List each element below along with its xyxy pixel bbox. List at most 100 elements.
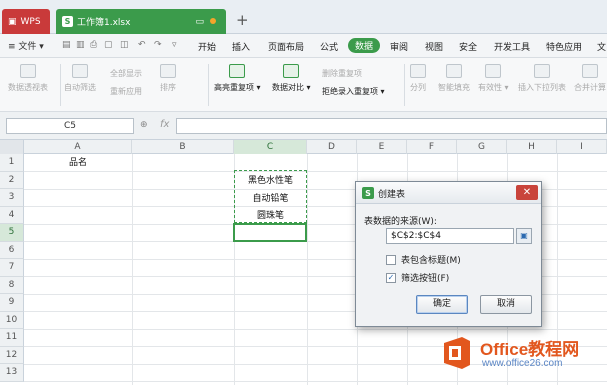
close-icon[interactable]: ✕ xyxy=(516,185,538,200)
column-header-c[interactable]: C xyxy=(234,140,307,154)
has-header-checkbox-row[interactable]: 表包含标题(M) xyxy=(386,253,461,266)
title-bar: ▣ WPS S 工作簿1.xlsx ▭ + xyxy=(0,0,607,34)
filter-button-checkbox[interactable]: ✓ xyxy=(386,272,396,283)
menu-item-more[interactable]: 文 xyxy=(597,40,606,53)
column-header-g[interactable]: G xyxy=(457,140,507,154)
menu-item-start[interactable]: 开始 xyxy=(198,40,216,53)
menu-item-formula[interactable]: 公式 xyxy=(320,40,338,53)
customize-dropdown-icon[interactable]: ▿ xyxy=(172,40,177,50)
row-header[interactable]: 13 xyxy=(0,364,24,382)
show-all-button[interactable]: 全部显示 xyxy=(110,68,142,79)
open-icon[interactable]: ▤ xyxy=(62,40,71,50)
select-all-corner[interactable] xyxy=(0,140,24,154)
row-header[interactable]: 11 xyxy=(0,329,24,347)
menu-item-page-layout[interactable]: 页面布局 xyxy=(268,40,304,53)
dropdown-list-icon xyxy=(534,64,550,78)
fx-icon[interactable]: fx xyxy=(160,119,169,130)
range-select-icon[interactable]: ▣ xyxy=(516,228,532,244)
data-compare-label: 数据对比 ▾ xyxy=(272,83,311,92)
row-header[interactable]: 4 xyxy=(0,206,24,224)
column-header-d[interactable]: D xyxy=(307,140,357,154)
cancel-button[interactable]: 取消 xyxy=(480,295,532,314)
menu-bar: ≡ 文件 ▾ ▤ ▥ ⎙ ▢ ◫ ↶ ↷ ▿ 开始 插入 页面布局 公式 数据 … xyxy=(0,34,607,58)
column-gridline xyxy=(307,154,308,385)
dialog-title-bar[interactable]: S 创建表 ✕ xyxy=(356,182,541,204)
row-gridline xyxy=(24,171,607,172)
name-box[interactable]: C5 xyxy=(6,118,134,134)
column-header-f[interactable]: F xyxy=(407,140,457,154)
filter-icon xyxy=(72,64,88,78)
row-header[interactable]: 8 xyxy=(0,276,24,294)
row-header[interactable]: 1 xyxy=(0,154,24,172)
row-header[interactable]: 10 xyxy=(0,311,24,329)
preview-icon[interactable]: ▢ xyxy=(104,40,113,50)
pivot-table-button[interactable]: 数据透视表 xyxy=(8,64,48,93)
merge-calc-button[interactable]: 合并计算 xyxy=(574,64,606,93)
menu-item-security[interactable]: 安全 xyxy=(459,40,477,53)
highlight-duplicates-button[interactable]: 高亮重复项 ▾ xyxy=(214,64,261,93)
split-column-button[interactable]: 分列 xyxy=(410,64,426,93)
dialog-title: 创建表 xyxy=(378,190,406,200)
redo-icon[interactable]: ↷ xyxy=(154,40,162,50)
row-header[interactable]: 12 xyxy=(0,346,24,364)
menu-item-insert[interactable]: 插入 xyxy=(232,40,250,53)
sort-button[interactable]: 排序 xyxy=(160,64,176,93)
cell-a1[interactable]: 品名 xyxy=(24,155,132,168)
workbook-tab[interactable]: S 工作簿1.xlsx ▭ xyxy=(56,9,226,34)
new-tab-button[interactable]: + xyxy=(236,11,249,29)
delete-duplicates-button[interactable]: 删除重复项 xyxy=(322,68,362,79)
sort-label: 排序 xyxy=(160,83,176,92)
unsaved-dot-icon xyxy=(210,18,216,24)
ok-button[interactable]: 确定 xyxy=(416,295,468,314)
autofilter-button[interactable]: 自动筛选 xyxy=(64,64,96,93)
formula-input[interactable] xyxy=(176,118,607,134)
wps-home-tab[interactable]: ▣ WPS xyxy=(2,9,50,34)
has-header-checkbox[interactable] xyxy=(386,254,396,265)
menu-item-review[interactable]: 审阅 xyxy=(390,40,408,53)
smart-fill-label: 智能填充 xyxy=(438,83,470,92)
menu-item-view[interactable]: 视图 xyxy=(425,40,443,53)
row-header[interactable]: 5 xyxy=(0,224,24,242)
highlight-duplicates-icon xyxy=(229,64,246,78)
source-range-input[interactable]: $C$2:$C$4 xyxy=(386,228,514,244)
save-icon[interactable]: ▥ xyxy=(76,40,85,50)
smart-fill-button[interactable]: 智能填充 xyxy=(438,64,470,93)
insert-dropdown-list-button[interactable]: 插入下拉列表 xyxy=(518,64,566,93)
split-column-icon xyxy=(410,64,426,78)
column-header-row: A B C D E F G H I xyxy=(0,140,607,154)
merge-calc-label: 合并计算 xyxy=(574,83,606,92)
filter-button-label: 筛选按钮(F) xyxy=(401,274,450,284)
format-painter-icon[interactable]: ◫ xyxy=(120,40,129,50)
column-header-a[interactable]: A xyxy=(24,140,132,154)
row-header[interactable]: 2 xyxy=(0,171,24,189)
menu-item-features[interactable]: 特色应用 xyxy=(546,40,582,53)
file-menu[interactable]: ≡ 文件 ▾ xyxy=(8,39,44,52)
office-logo-icon xyxy=(444,337,470,369)
column-header-i[interactable]: I xyxy=(557,140,607,154)
column-header-b[interactable]: B xyxy=(132,140,234,154)
data-compare-button[interactable]: 数据对比 ▾ xyxy=(272,64,311,93)
reject-duplicates-button[interactable]: 拒绝录入重复项 ▾ xyxy=(322,86,385,97)
validity-button[interactable]: 有效性 ▾ xyxy=(478,64,509,93)
copy-range-marquee xyxy=(234,170,307,223)
zoom-icon[interactable]: ⊕ xyxy=(140,120,148,130)
print-icon[interactable]: ⎙ xyxy=(90,40,97,50)
menu-item-data[interactable]: 数据 xyxy=(348,38,381,53)
sort-icon xyxy=(160,64,176,78)
reapply-button[interactable]: 重新应用 xyxy=(110,86,142,97)
filter-button-checkbox-row[interactable]: ✓ 筛选按钮(F) xyxy=(386,271,449,284)
row-header[interactable]: 3 xyxy=(0,189,24,207)
watermark-title: Office教程网 xyxy=(480,340,580,359)
monitor-icon[interactable]: ▭ xyxy=(195,17,204,27)
ribbon-divider xyxy=(60,64,61,106)
row-header[interactable]: 9 xyxy=(0,294,24,312)
undo-icon[interactable]: ↶ xyxy=(138,40,146,50)
column-header-h[interactable]: H xyxy=(507,140,557,154)
has-header-label: 表包含标题(M) xyxy=(401,256,461,266)
merge-calc-icon xyxy=(582,64,598,78)
active-cell-c5[interactable] xyxy=(233,223,307,242)
column-header-e[interactable]: E xyxy=(357,140,407,154)
row-header[interactable]: 6 xyxy=(0,241,24,259)
menu-item-developer[interactable]: 开发工具 xyxy=(494,40,530,53)
row-header[interactable]: 7 xyxy=(0,259,24,277)
